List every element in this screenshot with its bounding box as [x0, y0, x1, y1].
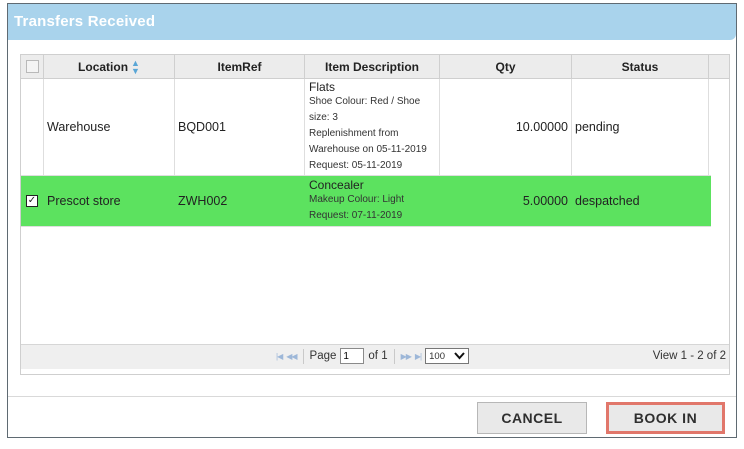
description-line: Request: 05-11-2019: [309, 160, 403, 171]
column-header-itemref[interactable]: ItemRef: [175, 55, 305, 78]
description-line: Replenishment from: [309, 128, 399, 139]
first-page-icon[interactable]: |◀: [276, 352, 283, 361]
page-size-value: 100: [429, 350, 445, 362]
description-line: Makeup Colour: Light: [309, 194, 405, 205]
column-header-qty[interactable]: Qty: [440, 55, 572, 78]
column-header-item-description[interactable]: Item Description: [305, 55, 440, 78]
row-select-cell: ✓: [21, 176, 44, 226]
cell-location: Warehouse: [44, 79, 175, 175]
column-label: Qty: [495, 59, 516, 74]
description-title: Flats: [309, 80, 336, 94]
description-line: size: 3: [309, 112, 338, 123]
cell-itemref: ZWH002: [175, 176, 305, 226]
grid-body: Warehouse BQD001 Flats Shoe Colour: Red …: [21, 79, 729, 374]
pager-divider: [302, 348, 304, 364]
book-in-button[interactable]: BOOK IN: [606, 402, 725, 434]
description-line: Warehouse on 05-11-2019: [309, 144, 427, 155]
row-select-cell: [21, 79, 44, 175]
select-all-checkbox[interactable]: [25, 60, 39, 73]
description-title: Concealer: [309, 178, 364, 192]
row-checkbox[interactable]: ✓: [26, 195, 38, 207]
grid-pager: |◀ ◀◀ Page of 1 ▶▶ ▶| 100 View 1 - 2 of …: [21, 344, 729, 369]
cell-location: Prescot store: [44, 176, 175, 226]
cell-qty: 10.00000: [440, 79, 572, 175]
cell-itemref: BQD001: [175, 79, 305, 175]
cell-status: despatched: [572, 176, 709, 226]
select-all-cell: [21, 55, 44, 78]
dialog-title: Transfers Received: [14, 13, 156, 30]
pager-divider: [393, 348, 395, 364]
last-page-icon[interactable]: ▶|: [415, 352, 422, 361]
description-line: Shoe Colour: Red / Shoe: [309, 96, 421, 107]
table-row[interactable]: Warehouse BQD001 Flats Shoe Colour: Red …: [21, 79, 711, 176]
scrollbar-header-spacer: [709, 55, 727, 78]
cell-item-description: Flats Shoe Colour: Red / Shoe size: 3 Re…: [305, 79, 440, 175]
column-label: Status: [621, 59, 659, 74]
grid-header: Location ▲ ▼ ItemRef Item Description Qty…: [21, 55, 729, 79]
pager-controls: |◀ ◀◀ Page of 1 ▶▶ ▶| 100: [276, 348, 470, 364]
page-number-input[interactable]: [340, 348, 365, 364]
dialog-titlebar: Transfers Received: [8, 4, 736, 40]
column-label: Item Description: [324, 59, 420, 74]
column-header-status[interactable]: Status: [572, 55, 709, 78]
footer-divider: [8, 396, 736, 397]
table-row[interactable]: ✓ Prescot store ZWH002 Concealer Makeup …: [21, 176, 711, 227]
cell-status: pending: [572, 79, 709, 175]
view-range-text: View 1 - 2 of 2: [652, 350, 726, 362]
page-count-label: of 1: [368, 350, 388, 362]
column-header-location[interactable]: Location ▲ ▼: [44, 55, 175, 78]
next-page-icon[interactable]: ▶▶: [401, 352, 412, 361]
cell-qty: 5.00000: [440, 176, 572, 226]
chevron-down-icon: [454, 352, 465, 360]
transfers-grid: Location ▲ ▼ ItemRef Item Description Qty…: [20, 54, 730, 375]
cancel-button[interactable]: CANCEL: [477, 402, 587, 434]
prev-page-icon[interactable]: ◀◀: [286, 352, 297, 361]
page-size-select[interactable]: 100: [425, 348, 470, 364]
description-line: Request: 07-11-2019: [309, 210, 403, 221]
sort-icon[interactable]: ▲ ▼: [131, 58, 140, 75]
column-label: ItemRef: [217, 59, 262, 74]
cell-item-description: Concealer Makeup Colour: Light Request: …: [305, 176, 440, 226]
transfers-dialog: Transfers Received Location ▲ ▼ ItemRef I…: [7, 3, 737, 438]
column-label: Location: [78, 59, 129, 74]
page-label: Page: [309, 350, 337, 362]
